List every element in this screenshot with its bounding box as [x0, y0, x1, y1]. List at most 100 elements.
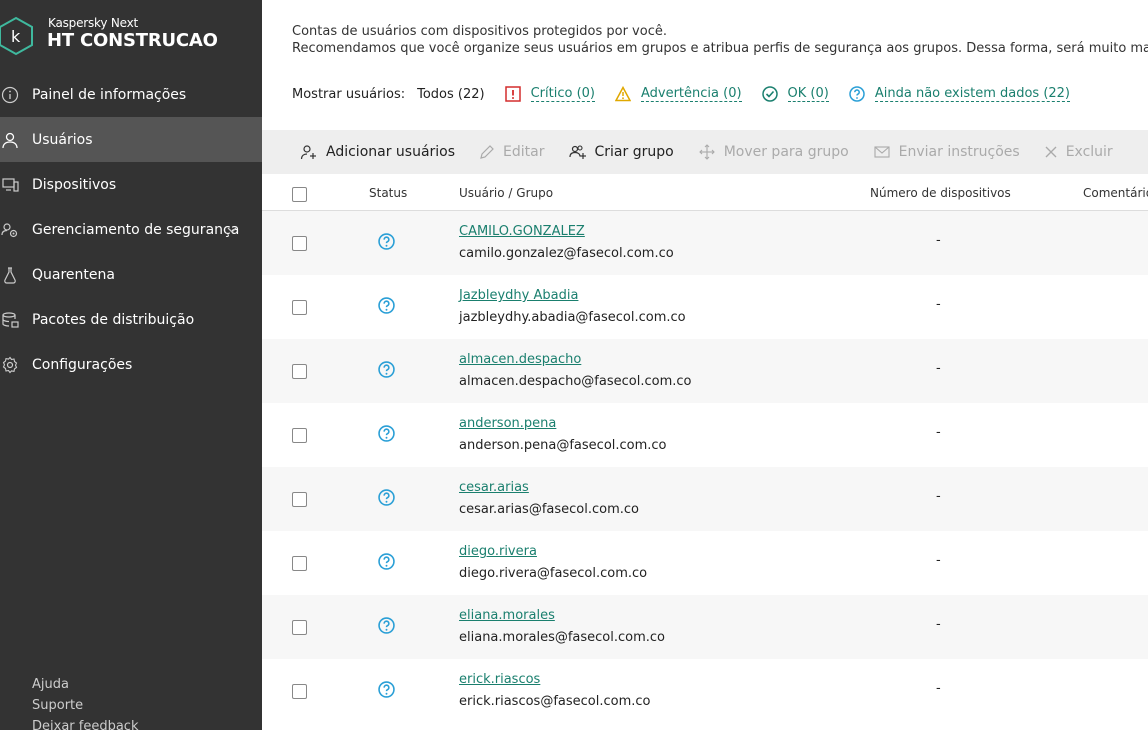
delete-label: Excluir — [1065, 144, 1113, 160]
info-circle-icon — [0, 85, 20, 105]
sidebar-item-label: Usuários — [32, 131, 93, 148]
table-row[interactable]: diego.rivera diego.rivera@fasecol.com.co… — [262, 531, 1148, 595]
ok-check-icon — [761, 86, 778, 102]
filter-critical[interactable]: Crítico (0) — [504, 86, 595, 102]
row-checkbox[interactable] — [292, 300, 307, 315]
add-users-label: Adicionar usuários — [326, 144, 456, 160]
user-name-link[interactable]: anderson.pena — [459, 416, 556, 431]
move-to-group-button[interactable]: Mover para grupo — [698, 143, 849, 161]
filter-ok[interactable]: OK (0) — [761, 86, 829, 102]
question-circle-icon — [378, 617, 395, 634]
brand[interactable]: k Kaspersky Next HT CONSTRUCAO — [0, 14, 262, 58]
edit-label: Editar — [503, 144, 545, 160]
user-name-link[interactable]: Jazbleydhy Abadia — [459, 288, 578, 303]
column-status[interactable]: Status — [369, 186, 407, 200]
sidebar: k Kaspersky Next HT CONSTRUCAO Painel de… — [0, 0, 262, 730]
send-instructions-label: Enviar instruções — [898, 144, 1020, 160]
row-checkbox[interactable] — [292, 236, 307, 251]
user-email: erick.riascos@fasecol.com.co — [459, 694, 651, 709]
table-row[interactable]: cesar.arias cesar.arias@fasecol.com.co - — [262, 467, 1148, 531]
user-name-link[interactable]: almacen.despacho — [459, 352, 581, 367]
user-filters: Mostrar usuários: Todos (22) Crítico (0)… — [292, 84, 1090, 104]
brand-subtitle: Kaspersky Next — [48, 16, 139, 30]
question-circle-icon — [378, 489, 395, 506]
close-x-icon — [1045, 146, 1057, 158]
feedback-link[interactable]: Deixar feedback — [32, 716, 138, 730]
question-circle-icon — [378, 553, 395, 570]
user-email: camilo.gonzalez@fasecol.com.co — [459, 246, 674, 261]
move-arrows-icon — [698, 144, 715, 160]
filter-critical-label: Crítico (0) — [530, 86, 595, 102]
user-name-link[interactable]: diego.rivera — [459, 544, 537, 559]
table-row[interactable]: almacen.despacho almacen.despacho@faseco… — [262, 339, 1148, 403]
warning-icon — [614, 86, 631, 102]
svg-text:k: k — [11, 27, 21, 46]
question-circle-icon — [378, 361, 395, 378]
chevron-down-icon[interactable] — [226, 224, 238, 236]
edit-button[interactable]: Editar — [479, 144, 545, 160]
filter-warning[interactable]: Advertência (0) — [614, 86, 742, 102]
filter-all[interactable]: Todos (22) — [417, 87, 484, 102]
row-checkbox[interactable] — [292, 364, 307, 379]
question-circle-icon — [378, 425, 395, 442]
sidebar-nav: Painel de informações Usuários Dispositi… — [0, 72, 262, 387]
device-count: - — [936, 681, 941, 696]
gear-icon — [0, 355, 20, 375]
user-name-link[interactable]: eliana.morales — [459, 608, 555, 623]
user-email: jazbleydhy.abadia@fasecol.com.co — [459, 310, 686, 325]
user-name-link[interactable]: erick.riascos — [459, 672, 540, 687]
quarantine-flask-icon — [0, 265, 20, 285]
send-instructions-button[interactable]: Enviar instruções — [873, 143, 1020, 161]
sidebar-item-label: Quarentena — [32, 266, 115, 283]
row-checkbox[interactable] — [292, 428, 307, 443]
sidebar-item-dashboard[interactable]: Painel de informações — [0, 72, 262, 117]
column-comment[interactable]: Comentário — [1083, 186, 1148, 200]
add-users-button[interactable]: Adicionar usuários — [300, 143, 455, 161]
user-email: eliana.morales@fasecol.com.co — [459, 630, 665, 645]
filter-label: Mostrar usuários: — [292, 86, 406, 102]
filter-no-data[interactable]: Ainda não existem dados (22) — [849, 86, 1070, 102]
sidebar-item-label: Dispositivos — [32, 176, 117, 193]
sidebar-item-label: Configurações — [32, 356, 133, 373]
user-email: cesar.arias@fasecol.com.co — [459, 502, 639, 517]
sidebar-item-devices[interactable]: Dispositivos — [0, 162, 262, 207]
sidebar-item-label: Gerenciamento de segurança — [32, 221, 240, 238]
device-count: - — [936, 425, 941, 440]
user-name-link[interactable]: cesar.arias — [459, 480, 529, 495]
user-icon — [0, 130, 20, 150]
critical-icon — [504, 86, 521, 102]
description-line-1: Contas de usuários com dispositivos prot… — [292, 24, 667, 39]
pencil-icon — [480, 145, 494, 159]
user-name-link[interactable]: CAMILO.GONZALEZ — [459, 224, 585, 239]
row-checkbox[interactable] — [292, 492, 307, 507]
support-link[interactable]: Suporte — [32, 695, 138, 716]
table-row[interactable]: CAMILO.GONZALEZ camilo.gonzalez@fasecol.… — [262, 211, 1148, 275]
create-group-button[interactable]: Criar grupo — [568, 143, 674, 161]
sidebar-item-settings[interactable]: Configurações — [0, 342, 262, 387]
column-user-group[interactable]: Usuário / Grupo — [459, 186, 553, 200]
row-checkbox[interactable] — [292, 620, 307, 635]
question-circle-icon — [378, 681, 395, 698]
table-row[interactable]: erick.riascos erick.riascos@fasecol.com.… — [262, 659, 1148, 723]
help-link[interactable]: Ajuda — [32, 674, 138, 695]
sidebar-item-label: Pacotes de distribuição — [32, 311, 195, 328]
table-row[interactable]: anderson.pena anderson.pena@fasecol.com.… — [262, 403, 1148, 467]
user-email: almacen.despacho@fasecol.com.co — [459, 374, 692, 389]
question-circle-icon — [378, 297, 395, 314]
sidebar-item-users[interactable]: Usuários — [0, 117, 262, 162]
users-table-body: CAMILO.GONZALEZ camilo.gonzalez@fasecol.… — [262, 211, 1148, 723]
table-row[interactable]: eliana.morales eliana.morales@fasecol.co… — [262, 595, 1148, 659]
row-checkbox[interactable] — [292, 684, 307, 699]
sidebar-item-distribution-packages[interactable]: Pacotes de distribuição — [0, 297, 262, 342]
column-devices[interactable]: Número de dispositivos — [870, 186, 1011, 200]
sidebar-item-security-management[interactable]: Gerenciamento de segurança — [0, 207, 262, 252]
security-management-icon — [0, 220, 20, 240]
question-circle-icon — [378, 233, 395, 250]
sidebar-item-quarantine[interactable]: Quarentena — [0, 252, 262, 297]
delete-button[interactable]: Excluir — [1044, 144, 1113, 160]
table-row[interactable]: Jazbleydhy Abadia jazbleydhy.abadia@fase… — [262, 275, 1148, 339]
distribution-packages-icon — [0, 310, 20, 330]
row-checkbox[interactable] — [292, 556, 307, 571]
device-count: - — [936, 489, 941, 504]
select-all-checkbox[interactable] — [292, 187, 307, 202]
